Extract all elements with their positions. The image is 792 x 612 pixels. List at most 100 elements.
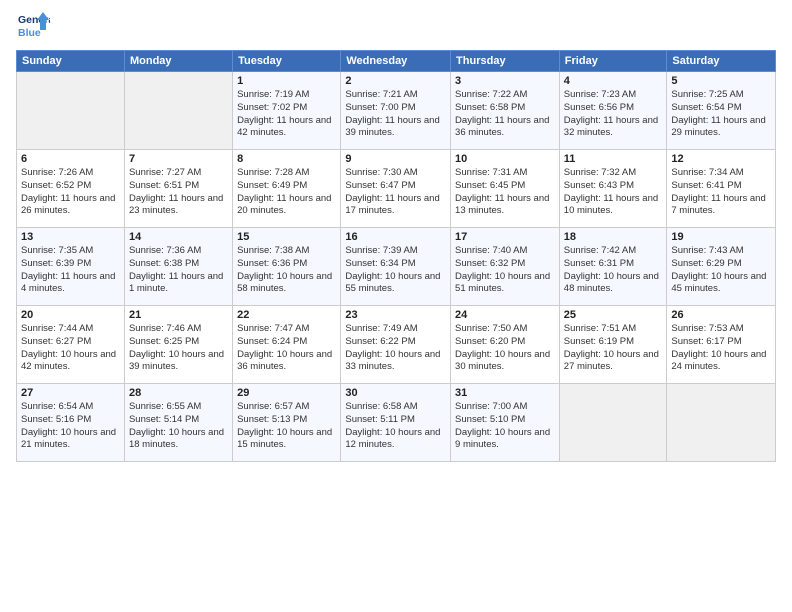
- day-info: Sunrise: 7:00 AMSunset: 5:10 PMDaylight:…: [455, 401, 555, 452]
- calendar-cell: 14 Sunrise: 7:36 AMSunset: 6:38 PMDayligh…: [124, 228, 232, 306]
- day-info: Sunrise: 6:54 AMSunset: 5:16 PMDaylight:…: [21, 401, 120, 452]
- calendar-cell: 24 Sunrise: 7:50 AMSunset: 6:20 PMDayligh…: [451, 306, 560, 384]
- weekday-header-sunday: Sunday: [17, 51, 125, 72]
- day-number: 17: [455, 231, 555, 243]
- day-number: 28: [129, 387, 228, 399]
- day-number: 16: [345, 231, 446, 243]
- calendar-cell: 23Sunrise: 7:49 AMSunset: 6:22 PMDayligh…: [341, 306, 451, 384]
- calendar-cell: [667, 384, 776, 462]
- day-info: Sunrise: 7:26 AMSunset: 6:52 PMDaylight:…: [21, 167, 120, 218]
- calendar-cell: 26 Sunrise: 7:53 AMSunset: 6:17 PMDayligh…: [667, 306, 776, 384]
- calendar-cell: 12 Sunrise: 7:34 AMSunset: 6:41 PMDayligh…: [667, 150, 776, 228]
- day-info: Sunrise: 7:31 AMSunset: 6:45 PMDaylight:…: [455, 167, 555, 218]
- day-number: 13: [21, 231, 120, 243]
- calendar-cell: 29Sunrise: 6:57 AMSunset: 5:13 PMDayligh…: [233, 384, 341, 462]
- day-info: Sunrise: 7:23 AMSunset: 6:56 PMDaylight:…: [564, 89, 663, 140]
- calendar-cell: 6 Sunrise: 7:26 AMSunset: 6:52 PMDaylight…: [17, 150, 125, 228]
- calendar-cell: 27 Sunrise: 6:54 AMSunset: 5:16 PMDayligh…: [17, 384, 125, 462]
- day-number: 11: [564, 153, 663, 165]
- day-info: Sunrise: 7:27 AMSunset: 6:51 PMDaylight:…: [129, 167, 228, 218]
- calendar-header-row: SundayMondayTuesdayWednesdayThursdayFrid…: [17, 51, 776, 72]
- day-info: Sunrise: 7:38 AMSunset: 6:36 PMDaylight:…: [237, 245, 336, 296]
- day-number: 30: [345, 387, 446, 399]
- day-info: Sunrise: 7:34 AMSunset: 6:41 PMDaylight:…: [671, 167, 771, 218]
- weekday-header-wednesday: Wednesday: [341, 51, 451, 72]
- weekday-header-monday: Monday: [124, 51, 232, 72]
- day-info: Sunrise: 7:35 AMSunset: 6:39 PMDaylight:…: [21, 245, 120, 296]
- day-info: Sunrise: 7:40 AMSunset: 6:32 PMDaylight:…: [455, 245, 555, 296]
- day-number: 27: [21, 387, 120, 399]
- day-number: 8: [237, 153, 336, 165]
- calendar-week-5: 27 Sunrise: 6:54 AMSunset: 5:16 PMDayligh…: [17, 384, 776, 462]
- day-info: Sunrise: 7:46 AMSunset: 6:25 PMDaylight:…: [129, 323, 228, 374]
- calendar-week-2: 6 Sunrise: 7:26 AMSunset: 6:52 PMDaylight…: [17, 150, 776, 228]
- day-number: 14: [129, 231, 228, 243]
- day-number: 6: [21, 153, 120, 165]
- day-info: Sunrise: 6:58 AMSunset: 5:11 PMDaylight:…: [345, 401, 446, 452]
- day-number: 26: [671, 309, 771, 321]
- calendar-cell: 10 Sunrise: 7:31 AMSunset: 6:45 PMDayligh…: [451, 150, 560, 228]
- calendar-cell: 8 Sunrise: 7:28 AMSunset: 6:49 PMDaylight…: [233, 150, 341, 228]
- calendar-cell: 9 Sunrise: 7:30 AMSunset: 6:47 PMDaylight…: [341, 150, 451, 228]
- day-number: 31: [455, 387, 555, 399]
- calendar-cell: 7 Sunrise: 7:27 AMSunset: 6:51 PMDaylight…: [124, 150, 232, 228]
- day-info: Sunrise: 7:39 AMSunset: 6:34 PMDaylight:…: [345, 245, 446, 296]
- day-number: 24: [455, 309, 555, 321]
- day-number: 5: [671, 75, 771, 87]
- day-number: 7: [129, 153, 228, 165]
- day-info: Sunrise: 7:51 AMSunset: 6:19 PMDaylight:…: [564, 323, 663, 374]
- day-number: 2: [345, 75, 446, 87]
- day-number: 12: [671, 153, 771, 165]
- day-info: Sunrise: 7:25 AMSunset: 6:54 PMDaylight:…: [671, 89, 771, 140]
- calendar-cell: [124, 72, 232, 150]
- day-info: Sunrise: 7:36 AMSunset: 6:38 PMDaylight:…: [129, 245, 228, 296]
- day-info: Sunrise: 7:44 AMSunset: 6:27 PMDaylight:…: [21, 323, 120, 374]
- day-number: 15: [237, 231, 336, 243]
- calendar-table: SundayMondayTuesdayWednesdayThursdayFrid…: [16, 50, 776, 462]
- calendar-week-3: 13 Sunrise: 7:35 AMSunset: 6:39 PMDayligh…: [17, 228, 776, 306]
- weekday-header-thursday: Thursday: [451, 51, 560, 72]
- weekday-header-saturday: Saturday: [667, 51, 776, 72]
- logo-svg: General Blue: [16, 10, 50, 44]
- calendar-cell: 25Sunrise: 7:51 AMSunset: 6:19 PMDayligh…: [559, 306, 667, 384]
- day-number: 20: [21, 309, 120, 321]
- day-info: Sunrise: 7:50 AMSunset: 6:20 PMDaylight:…: [455, 323, 555, 374]
- day-number: 19: [671, 231, 771, 243]
- calendar-cell: 22Sunrise: 7:47 AMSunset: 6:24 PMDayligh…: [233, 306, 341, 384]
- day-number: 4: [564, 75, 663, 87]
- weekday-header-friday: Friday: [559, 51, 667, 72]
- day-number: 9: [345, 153, 446, 165]
- calendar-cell: 5 Sunrise: 7:25 AMSunset: 6:54 PMDaylight…: [667, 72, 776, 150]
- day-info: Sunrise: 7:43 AMSunset: 6:29 PMDaylight:…: [671, 245, 771, 296]
- calendar-cell: 17 Sunrise: 7:40 AMSunset: 6:32 PMDayligh…: [451, 228, 560, 306]
- calendar-cell: 21 Sunrise: 7:46 AMSunset: 6:25 PMDayligh…: [124, 306, 232, 384]
- calendar-week-4: 20 Sunrise: 7:44 AMSunset: 6:27 PMDayligh…: [17, 306, 776, 384]
- day-info: Sunrise: 7:30 AMSunset: 6:47 PMDaylight:…: [345, 167, 446, 218]
- calendar-cell: 19 Sunrise: 7:43 AMSunset: 6:29 PMDayligh…: [667, 228, 776, 306]
- day-number: 23: [345, 309, 446, 321]
- day-number: 3: [455, 75, 555, 87]
- day-number: 10: [455, 153, 555, 165]
- calendar-body: 1Sunrise: 7:19 AMSunset: 7:02 PMDaylight…: [17, 72, 776, 462]
- calendar-cell: 16 Sunrise: 7:39 AMSunset: 6:34 PMDayligh…: [341, 228, 451, 306]
- day-info: Sunrise: 7:22 AMSunset: 6:58 PMDaylight:…: [455, 89, 555, 140]
- calendar-cell: 18Sunrise: 7:42 AMSunset: 6:31 PMDayligh…: [559, 228, 667, 306]
- calendar-cell: 31 Sunrise: 7:00 AMSunset: 5:10 PMDayligh…: [451, 384, 560, 462]
- calendar-cell: 1Sunrise: 7:19 AMSunset: 7:02 PMDaylight…: [233, 72, 341, 150]
- page-header: General Blue: [16, 10, 776, 44]
- calendar-cell: 4 Sunrise: 7:23 AMSunset: 6:56 PMDaylight…: [559, 72, 667, 150]
- day-info: Sunrise: 7:21 AMSunset: 7:00 PMDaylight:…: [345, 89, 446, 140]
- day-info: Sunrise: 7:42 AMSunset: 6:31 PMDaylight:…: [564, 245, 663, 296]
- day-info: Sunrise: 7:32 AMSunset: 6:43 PMDaylight:…: [564, 167, 663, 218]
- calendar-cell: [559, 384, 667, 462]
- calendar-cell: 15 Sunrise: 7:38 AMSunset: 6:36 PMDayligh…: [233, 228, 341, 306]
- day-info: Sunrise: 7:53 AMSunset: 6:17 PMDaylight:…: [671, 323, 771, 374]
- day-number: 1: [237, 75, 336, 87]
- day-number: 21: [129, 309, 228, 321]
- calendar-week-1: 1Sunrise: 7:19 AMSunset: 7:02 PMDaylight…: [17, 72, 776, 150]
- calendar-cell: 11 Sunrise: 7:32 AMSunset: 6:43 PMDayligh…: [559, 150, 667, 228]
- weekday-header-tuesday: Tuesday: [233, 51, 341, 72]
- day-info: Sunrise: 7:28 AMSunset: 6:49 PMDaylight:…: [237, 167, 336, 218]
- calendar-cell: 28Sunrise: 6:55 AMSunset: 5:14 PMDayligh…: [124, 384, 232, 462]
- calendar-cell: 3 Sunrise: 7:22 AMSunset: 6:58 PMDaylight…: [451, 72, 560, 150]
